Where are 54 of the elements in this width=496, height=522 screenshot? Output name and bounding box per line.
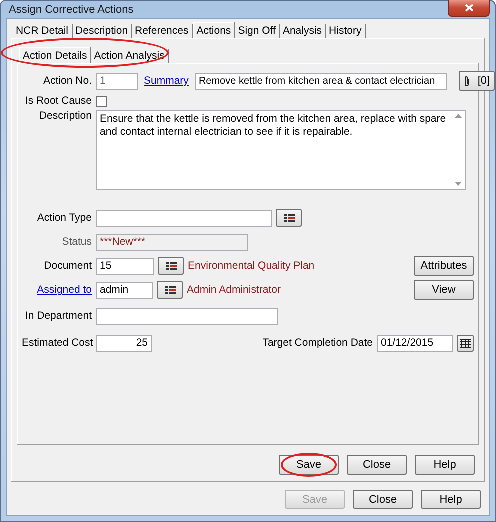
tab[interactable]: Description — [72, 24, 132, 38]
assigned-to-link[interactable]: Assigned to — [22, 284, 92, 296]
lookup-button[interactable] — [157, 281, 183, 299]
tab[interactable]: Analysis — [280, 24, 326, 38]
help-button[interactable]: Help — [421, 490, 481, 509]
root-cause-checkbox[interactable] — [96, 96, 107, 106]
field-label: Is Root Cause — [24, 95, 92, 107]
lookup-button[interactable] — [158, 257, 184, 275]
tab[interactable]: Actions — [192, 22, 236, 38]
status-field: ***New*** — [96, 234, 248, 250]
tab[interactable]: NCR Detail — [13, 24, 73, 38]
description-field[interactable]: Ensure that the kettle is removed from the kitchen area, replace with spare and contact internal electrician to see if it is repairable. — [96, 110, 466, 190]
view-button[interactable]: View — [414, 280, 474, 300]
document-name: Environmental Quality Plan — [188, 260, 315, 272]
field-label: Status — [61, 236, 92, 248]
lookup-icon — [284, 214, 294, 222]
action-type-field[interactable] — [96, 210, 272, 226]
help-button[interactable]: Help — [415, 455, 475, 475]
scroll-up-icon — [454, 114, 462, 118]
calendar-button[interactable] — [457, 334, 474, 352]
assignee-name: Admin Administrator — [187, 284, 281, 296]
summary-field[interactable]: Remove kettle from kitchen area & contact electrician — [194, 72, 447, 90]
field-label: Estimated Cost — [22, 337, 92, 349]
close-button[interactable] — [448, 0, 490, 17]
scroll-down-icon — [454, 182, 462, 186]
target-date-field[interactable]: 01/12/2015 — [377, 334, 453, 352]
tab[interactable]: Sign Off — [235, 24, 280, 38]
field-label: Target Completion Date — [262, 337, 373, 349]
window-title: Assign Corrective Actions — [9, 4, 134, 16]
estimated-cost-field[interactable]: 25 — [96, 334, 152, 352]
field-label: In Department — [24, 310, 92, 322]
save-button[interactable]: Save — [279, 455, 339, 475]
paperclip-icon — [464, 76, 470, 86]
field-label: Document — [43, 260, 92, 272]
field-label: Action Type — [36, 212, 92, 224]
tab[interactable]: Action Details — [19, 47, 92, 63]
summary-link[interactable]: Summary — [144, 75, 189, 87]
close-icon — [464, 4, 474, 12]
lookup-icon — [164, 286, 176, 294]
close-button[interactable]: Close — [353, 490, 413, 509]
lookup-button[interactable] — [276, 209, 302, 227]
calendar-icon — [460, 338, 471, 348]
tab[interactable]: Action Analysis — [91, 49, 169, 63]
lookup-icon — [166, 262, 176, 270]
field-label: Description — [38, 110, 92, 122]
attachments-button[interactable]: [0] — [458, 71, 495, 91]
assigned-to-field[interactable]: admin — [96, 282, 153, 298]
department-field[interactable] — [96, 308, 278, 324]
action-number-field[interactable]: 1 — [96, 72, 138, 90]
tab[interactable]: History — [326, 24, 366, 38]
field-label: Action No. — [42, 75, 92, 87]
document-field[interactable]: 15 — [96, 258, 154, 274]
close-button[interactable]: Close — [347, 455, 407, 475]
attributes-button[interactable]: Attributes — [414, 256, 474, 276]
